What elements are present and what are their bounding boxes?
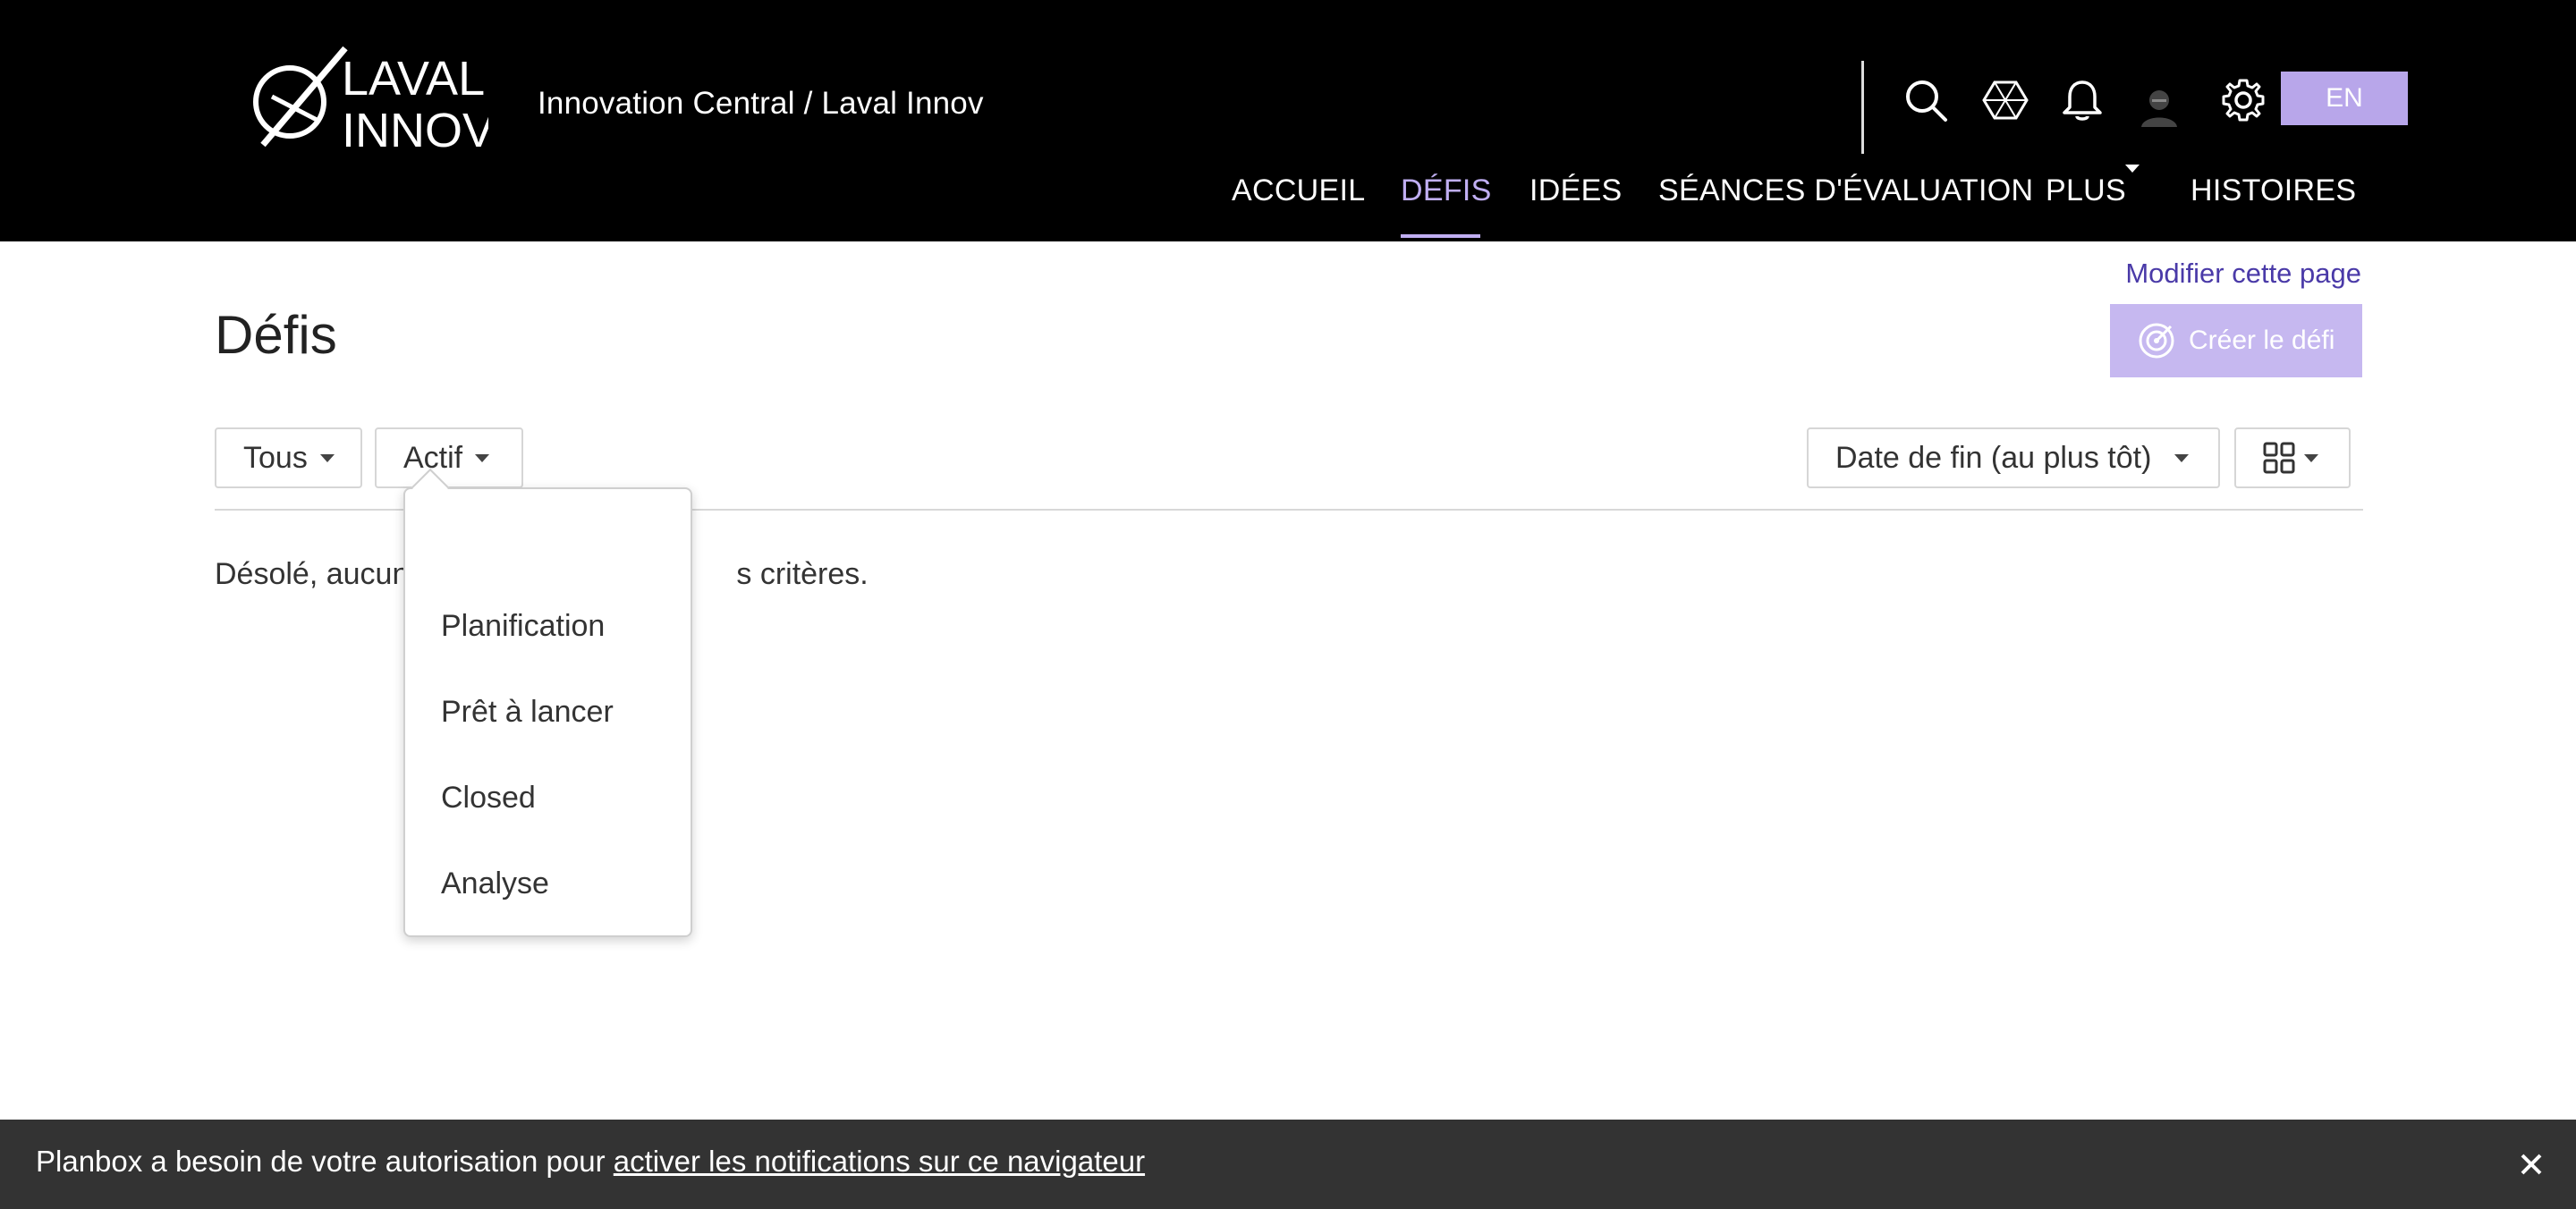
grid-view-icon — [2263, 442, 2295, 474]
top-header: LAVAL INNOV Innovation Central / Laval I… — [0, 0, 2576, 241]
create-button-label: Créer le défi — [2189, 326, 2335, 355]
status-dropdown-menu: Planification Prêt à lancer Closed Analy… — [403, 487, 692, 937]
target-icon — [2139, 323, 2174, 359]
logo-text-top: LAVAL — [342, 52, 485, 106]
notification-text: Planbox a besoin de votre autorisation p… — [36, 1145, 1145, 1179]
status-option-analyse[interactable]: Analyse — [441, 867, 549, 901]
close-icon[interactable] — [2515, 1148, 2547, 1180]
scope-filter-dropdown[interactable]: Tous — [215, 427, 362, 488]
language-button[interactable]: EN — [2281, 72, 2408, 125]
edit-page-link[interactable]: Modifier cette page — [2125, 258, 2361, 290]
empty-message-left: Désolé, aucun — [215, 557, 410, 591]
search-icon[interactable] — [1901, 75, 1951, 125]
sort-label: Date de fin (au plus tôt) — [1835, 440, 2152, 475]
view-mode-dropdown[interactable] — [2234, 427, 2351, 488]
caret-down-icon — [475, 453, 490, 462]
status-option-pret-a-lancer[interactable]: Prêt à lancer — [441, 695, 614, 730]
status-filter-dropdown[interactable]: Actif — [375, 427, 523, 488]
logo-text-bottom: INNOV — [342, 104, 488, 156]
header-divider — [1861, 61, 1864, 154]
main-nav: ACCUEIL DÉFIS IDÉES SÉANCES D'ÉVALUATION… — [0, 173, 2576, 241]
active-nav-indicator — [1401, 234, 1480, 238]
notification-message: Planbox a besoin de votre autorisation p… — [36, 1145, 614, 1178]
status-filter-label: Actif — [403, 440, 463, 475]
create-challenge-button[interactable]: Créer le défi — [2110, 304, 2362, 377]
nav-item-accueil[interactable]: ACCUEIL — [1232, 173, 1365, 208]
status-option-closed[interactable]: Closed — [441, 781, 536, 816]
caret-down-icon — [2174, 453, 2190, 462]
logo-mark-icon: LAVAL INNOV — [253, 46, 495, 157]
nav-item-defis[interactable]: DÉFIS — [1401, 173, 1492, 208]
empty-message-right: s critères. — [736, 557, 869, 591]
sort-dropdown[interactable]: Date de fin (au plus tôt) — [1807, 427, 2220, 488]
gear-icon[interactable] — [2218, 75, 2268, 125]
avatar[interactable] — [2134, 80, 2184, 131]
laval-innov-logo[interactable]: LAVAL INNOV — [245, 39, 495, 157]
nav-item-idees[interactable]: IDÉES — [1530, 173, 1623, 208]
nav-item-seances-evaluation[interactable]: SÉANCES D'ÉVALUATION — [1658, 173, 2033, 208]
caret-down-icon — [2304, 453, 2318, 462]
bell-icon[interactable] — [2057, 75, 2107, 125]
page-title: Défis — [215, 305, 337, 365]
chevron-down-icon — [2125, 165, 2140, 173]
status-option-planification[interactable]: Planification — [441, 609, 605, 644]
breadcrumb[interactable]: Innovation Central / Laval Innov — [538, 86, 984, 122]
notification-bar: Planbox a besoin de votre autorisation p… — [0, 1120, 2576, 1209]
nav-item-histoires[interactable]: HISTOIRES — [2190, 173, 2356, 208]
caret-down-icon — [319, 453, 335, 462]
enable-notifications-link[interactable]: activer les notifications sur ce navigat… — [614, 1145, 1145, 1178]
scope-filter-label: Tous — [243, 440, 308, 475]
hexagon-cube-icon[interactable] — [1980, 75, 2030, 125]
nav-item-plus[interactable]: PLUS — [2046, 173, 2126, 208]
